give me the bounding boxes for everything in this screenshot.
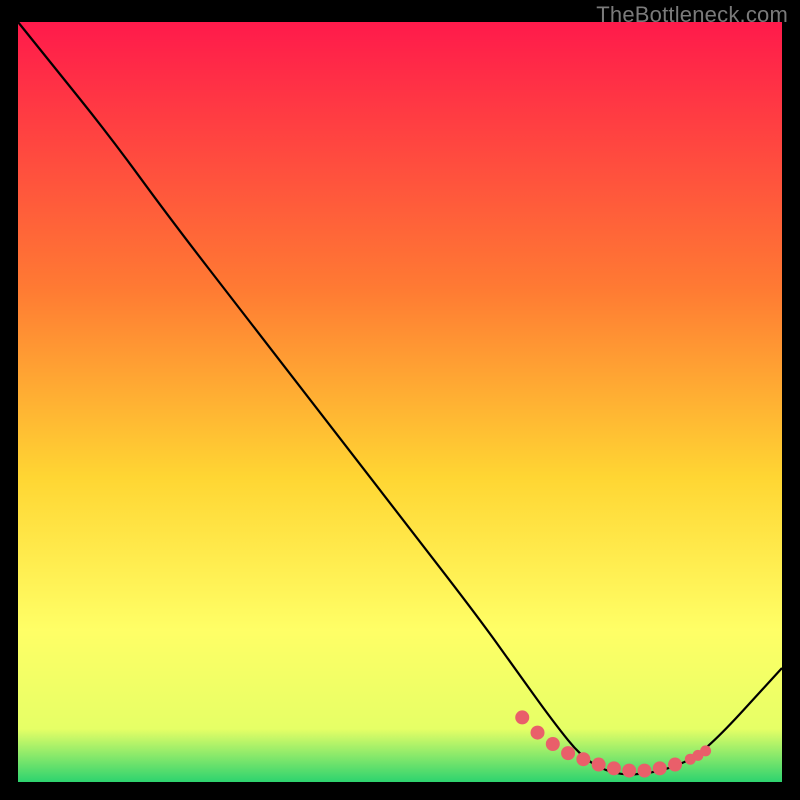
marker-dot [700,745,711,756]
watermark: TheBottleneck.com [596,2,788,28]
marker-dot [592,758,606,772]
marker-dot [576,752,590,766]
marker-dot [668,758,682,772]
plot-area [18,22,782,782]
marker-dot [531,726,545,740]
marker-dot [653,761,667,775]
marker-dot [607,761,621,775]
marker-dot [546,737,560,751]
marker-dot [515,710,529,724]
marker-dot [561,746,575,760]
bottleneck-chart [0,0,800,800]
marker-dot [622,764,636,778]
chart-container: { "watermark": "TheBottleneck.com", "cha… [0,0,800,800]
marker-dot [637,764,651,778]
